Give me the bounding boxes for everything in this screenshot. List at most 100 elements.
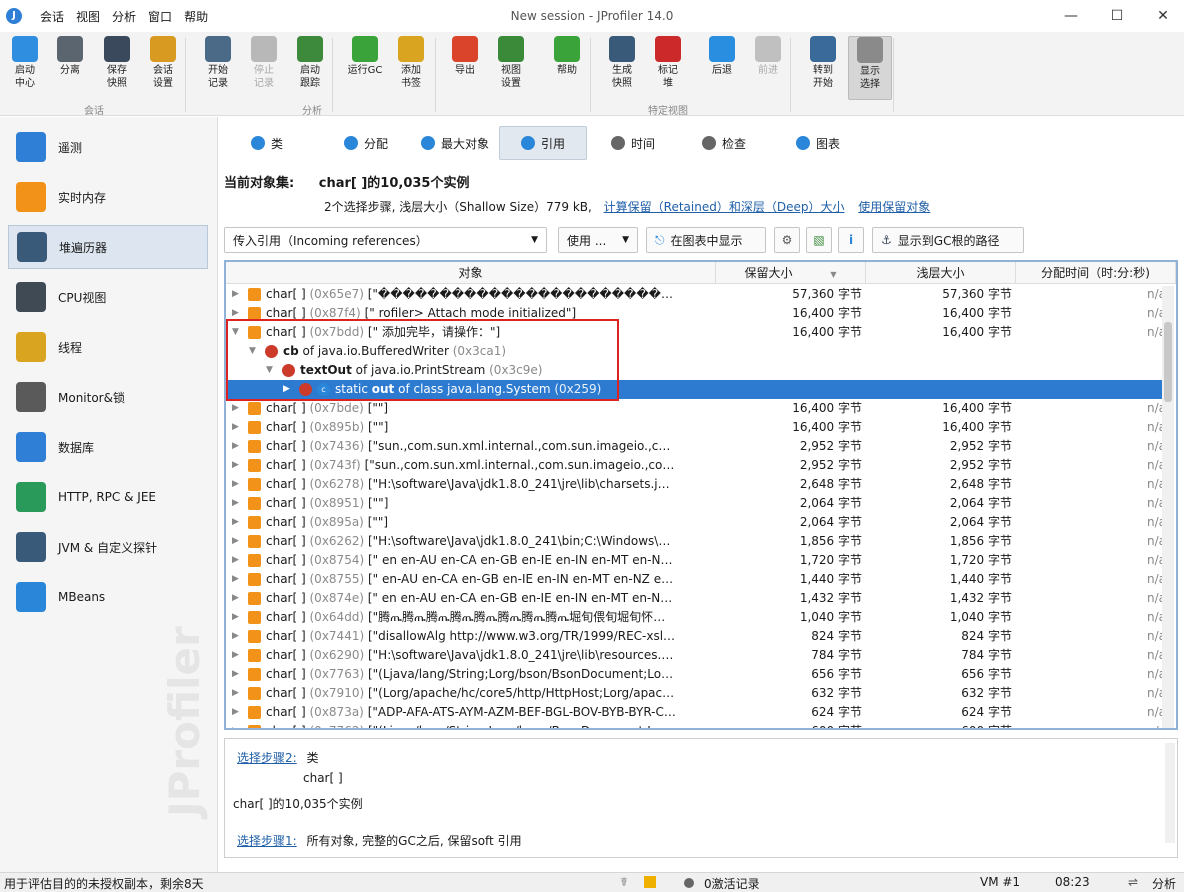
show-in-graph-button[interactable]: ⎋ 在图表中显示 (646, 227, 766, 253)
expand-arrow-icon[interactable]: ▶ (232, 589, 242, 608)
column-header-retained[interactable]: 保留大小 ▼ (716, 262, 866, 284)
selection-step-2-link[interactable]: 选择步骤2: (237, 751, 297, 765)
toolbar-button-0[interactable]: 启动 中心 (3, 36, 47, 90)
toolbar-button-7[interactable]: 运行GC (343, 36, 387, 77)
collapse-arrow-icon[interactable]: ▼ (266, 361, 276, 380)
calc-retained-link[interactable]: 计算保留（Retained）和深层（Deep）大小 (604, 200, 845, 214)
vm-indicator[interactable]: VM #1 (980, 875, 1020, 889)
expand-arrow-icon[interactable]: ▶ (232, 304, 242, 323)
column-header-alloc-time[interactable]: 分配时间（时:分:秒) (1016, 262, 1176, 284)
collapse-arrow-icon[interactable]: ▼ (249, 342, 259, 361)
expand-arrow-icon[interactable]: ▶ (232, 703, 242, 722)
toolbar-button-5[interactable]: 停止 记录 (242, 36, 286, 90)
expand-arrow-icon[interactable]: ▶ (232, 532, 242, 551)
sidebar-item-2[interactable]: 堆遍历器 (8, 225, 208, 269)
expand-arrow-icon[interactable]: ▶ (232, 513, 242, 532)
table-row[interactable]: ▶ char[ ] (0x895a) [""] 2,064 字节 2,064 字节 n/… (226, 513, 1166, 532)
column-header-object[interactable]: 对象 (226, 262, 716, 284)
table-row[interactable]: ▶ char[ ] (0x6290) ["H:\software\Java\jdk… (226, 646, 1166, 665)
expand-arrow-icon[interactable]: ▶ (232, 627, 242, 646)
sidebar-item-9[interactable]: MBeans (8, 575, 208, 619)
table-row[interactable]: ▶ char[ ] (0x7762) ["(Ljava/lang/String;L… (226, 722, 1166, 728)
tab-0[interactable]: 类 (242, 126, 292, 160)
table-row[interactable]: ▶ char[ ] (0x7bde) [""] 16,400 字节 16,400 字节… (226, 399, 1166, 418)
expand-arrow-icon[interactable]: ▶ (232, 646, 242, 665)
table-row[interactable]: ▶ char[ ] (0x743f) ["sun.,com.sun.xml.int… (226, 456, 1166, 475)
sidebar-item-3[interactable]: CPU视图 (8, 275, 208, 319)
tab-3[interactable]: 引用 (499, 126, 587, 160)
menu-item-0[interactable]: 会话 (40, 8, 64, 25)
table-row[interactable]: ▼ cb of java.io.BufferedWriter (0x3ca1) (226, 342, 1166, 361)
maximize-icon[interactable]: ☐ (1094, 0, 1140, 32)
expand-arrow-icon[interactable]: ▶ (232, 551, 242, 570)
menu-item-3[interactable]: 窗口 (148, 8, 172, 25)
menu-item-2[interactable]: 分析 (112, 8, 136, 25)
expand-arrow-icon[interactable]: ▶ (232, 665, 242, 684)
table-row[interactable]: ▶ char[ ] (0x7441) ["disallowAlg http://w… (226, 627, 1166, 646)
table-row[interactable]: ▶ char[ ] (0x7763) ["(Ljava/lang/String;L… (226, 665, 1166, 684)
toolbar-button-16[interactable]: 转到 开始 (801, 36, 845, 90)
expand-arrow-icon[interactable]: ▶ (232, 684, 242, 703)
app-logo-icon[interactable]: J (6, 8, 22, 24)
table-row[interactable]: ▶ char[ ] (0x6262) ["H:\software\Java\jdk… (226, 532, 1166, 551)
export-view-button[interactable]: ▧ (806, 227, 832, 253)
close-icon[interactable]: ✕ (1140, 0, 1184, 32)
minimize-icon[interactable]: — (1048, 0, 1094, 32)
expand-arrow-icon[interactable]: ▶ (232, 285, 242, 304)
table-row[interactable]: ▶ char[ ] (0x64dd) ["腾ጤ腾ጤ腾ጤ腾ጤ腾ጤ腾ጤ腾ጤ腾ጤ堀旬偎旬… (226, 608, 1166, 627)
column-header-shallow[interactable]: 浅层大小 (866, 262, 1016, 284)
show-gc-root-path-button[interactable]: ⚓ 显示到GC根的路径 (872, 227, 1024, 253)
expand-arrow-icon[interactable]: ▶ (232, 722, 242, 728)
tab-1[interactable]: 分配 (334, 126, 398, 160)
table-row[interactable]: ▶ char[ ] (0x8755) [" en-AU en-CA en-GB e… (226, 570, 1166, 589)
sidebar-item-5[interactable]: Monitor&锁 (8, 375, 208, 419)
selection-step-1-link[interactable]: 选择步骤1: (237, 834, 297, 848)
collapse-arrow-icon[interactable]: ▼ (232, 323, 242, 342)
expand-arrow-icon[interactable]: ▶ (232, 475, 242, 494)
table-row[interactable]: ▶ char[ ] (0x874e) [" en en-AU en-CA en-G… (226, 589, 1166, 608)
sidebar-item-1[interactable]: 实时内存 (8, 175, 208, 219)
table-row[interactable]: ▶ char[ ] (0x7910) ["(Lorg/apache/hc/core… (226, 684, 1166, 703)
expand-arrow-icon[interactable]: ▶ (232, 494, 242, 513)
table-row[interactable]: ▶ char[ ] (0x895b) [""] 16,400 字节 16,400 字节… (226, 418, 1166, 437)
tab-6[interactable]: 图表 (782, 126, 854, 160)
reference-type-dropdown[interactable]: 传入引用（Incoming references） ▼ (224, 227, 547, 253)
flag-icon[interactable] (644, 876, 656, 888)
expand-arrow-icon[interactable]: ▶ (232, 608, 242, 627)
pin-icon[interactable]: ☤ (620, 875, 628, 889)
active-recordings[interactable]: 0激活记录 (704, 875, 760, 892)
table-row[interactable]: ▶ char[ ] (0x8754) [" en en-AU en-CA en-G… (226, 551, 1166, 570)
toolbar-button-1[interactable]: 分离 (48, 36, 92, 77)
toolbar-button-9[interactable]: 导出 (443, 36, 487, 77)
table-row[interactable]: ▶ char[ ] (0x6278) ["H:\software\Java\jdk… (226, 475, 1166, 494)
toolbar-button-6[interactable]: 启动 跟踪 (288, 36, 332, 90)
expand-arrow-icon[interactable]: ▶ (232, 418, 242, 437)
tab-4[interactable]: 时间 (600, 126, 666, 160)
bottom-scrollbar[interactable] (1165, 743, 1175, 843)
sidebar-item-8[interactable]: JVM & 自定义探针 (8, 525, 208, 569)
table-row[interactable]: ▶ char[ ] (0x87f4) [" rofiler> Attach mod… (226, 304, 1166, 323)
use-menu-button[interactable]: 使用 ... ▼ (558, 227, 638, 253)
expand-arrow-icon[interactable]: ▶ (232, 456, 242, 475)
toolbar-button-8[interactable]: 添加 书签 (389, 36, 433, 90)
table-row[interactable]: ▶ char[ ] (0x65e7) ["��������������������… (226, 285, 1166, 304)
expand-arrow-icon[interactable]: ▶ (232, 399, 242, 418)
settings-gear-button[interactable]: ⚙ (774, 227, 800, 253)
use-retained-link[interactable]: 使用保留对象 (858, 200, 930, 214)
toolbar-button-14[interactable]: 后退 (700, 36, 744, 77)
menu-item-4[interactable]: 帮助 (184, 8, 208, 25)
sidebar-item-0[interactable]: 遥测 (8, 125, 208, 169)
toolbar-button-2[interactable]: 保存 快照 (95, 36, 139, 90)
menu-item-1[interactable]: 视图 (76, 8, 100, 25)
toolbar-button-13[interactable]: 标记堆 (646, 36, 690, 90)
table-row[interactable]: ▼ textOut of java.io.PrintStream (0x3c9e) (226, 361, 1166, 380)
table-row[interactable]: ▼ char[ ] (0x7bdd) [" 添加完毕，请操作："] 16,400 字… (226, 323, 1166, 342)
table-row[interactable]: ▶ char[ ] (0x7436) ["sun.,com.sun.xml.int… (226, 437, 1166, 456)
sidebar-item-7[interactable]: HTTP, RPC & JEE (8, 475, 208, 519)
scrollbar-thumb[interactable] (1164, 322, 1172, 402)
table-row[interactable]: ▶ char[ ] (0x873a) ["ADP-AFA-ATS-AYM-AZM-… (226, 703, 1166, 722)
toolbar-button-4[interactable]: 开始 记录 (196, 36, 240, 90)
table-row[interactable]: ▶ char[ ] (0x8951) [""] 2,064 字节 2,064 字节 n/… (226, 494, 1166, 513)
toolbar-button-10[interactable]: 视图 设置 (489, 36, 533, 90)
toolbar-button-3[interactable]: 会话 设置 (141, 36, 185, 90)
